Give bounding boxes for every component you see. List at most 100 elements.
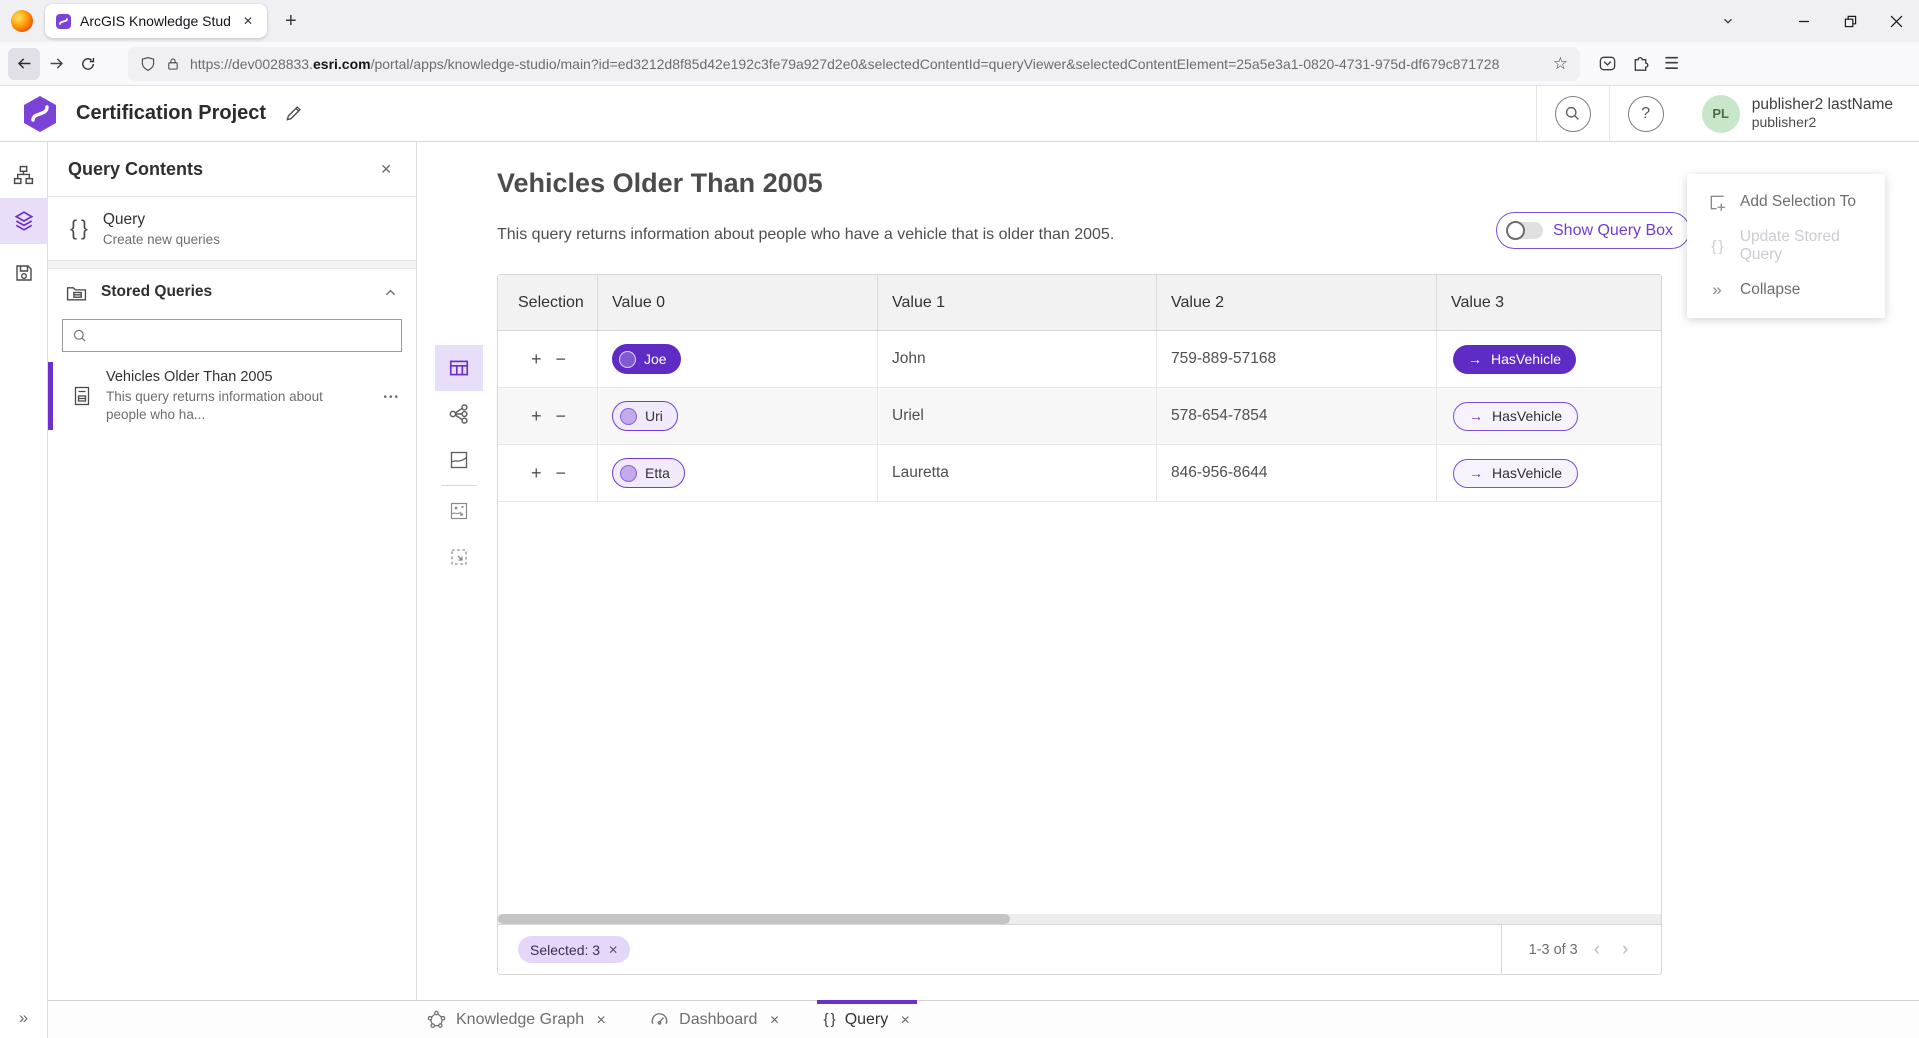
- stored-queries-search-input[interactable]: [94, 320, 401, 351]
- back-button[interactable]: [8, 48, 40, 80]
- menu-item-add-selection-to[interactable]: Add Selection To: [1687, 180, 1885, 224]
- bookmark-star-icon[interactable]: ☆: [1553, 54, 1568, 74]
- url-field[interactable]: https://dev0028833.esri.com/portal/apps/…: [128, 47, 1580, 81]
- lock-icon[interactable]: [166, 56, 180, 71]
- remove-from-selection-button[interactable]: −: [556, 350, 567, 368]
- entity-pill[interactable]: Etta: [612, 458, 685, 488]
- list-tabs-chevron-icon[interactable]: [1705, 0, 1751, 42]
- layers-button-selected[interactable]: [0, 198, 48, 244]
- window-close-button[interactable]: [1873, 0, 1919, 42]
- cell-phone: 846-956-8644: [1157, 445, 1437, 501]
- add-selection-icon: [1708, 193, 1727, 212]
- project-title: Certification Project: [76, 102, 266, 125]
- query-item[interactable]: { } Query Create new queries: [48, 197, 416, 261]
- user-username: publisher2: [1752, 114, 1893, 132]
- column-header-value0[interactable]: Value 0: [598, 275, 878, 330]
- marquee-select-icon: [449, 547, 469, 567]
- cell-name: John: [878, 331, 1157, 387]
- browser-tab[interactable]: ArcGIS Knowledge Studio ✕: [45, 4, 267, 38]
- search-icon: [1564, 105, 1581, 122]
- stored-query-item[interactable]: Vehicles Older Than 2005 This query retu…: [48, 360, 416, 432]
- knowledge-graph-icon: [427, 1010, 446, 1029]
- column-header-selection[interactable]: Selection: [498, 275, 598, 330]
- new-tab-button[interactable]: +: [285, 10, 297, 33]
- remove-from-selection-button[interactable]: −: [556, 407, 567, 425]
- map-view-button[interactable]: [435, 437, 483, 483]
- stored-queries-search[interactable]: [62, 319, 402, 352]
- table-row[interactable]: + − Etta Lauretta 846-956-8644 →HasVehic…: [498, 445, 1661, 502]
- save-floppy-icon: [14, 263, 34, 283]
- tracking-shield-icon[interactable]: [140, 56, 156, 72]
- add-to-selection-button[interactable]: +: [531, 350, 542, 368]
- stored-queries-header[interactable]: Stored Queries: [48, 269, 416, 315]
- column-header-value1[interactable]: Value 1: [878, 275, 1157, 330]
- tab-dashboard[interactable]: Dashboard ✕: [643, 1001, 786, 1038]
- selected-count-label: Selected: 3: [530, 942, 600, 958]
- tab-knowledge-graph[interactable]: Knowledge Graph ✕: [420, 1001, 613, 1038]
- horizontal-scrollbar[interactable]: [498, 914, 1661, 924]
- view-tool-column: [435, 345, 483, 580]
- panel-title: Query Contents: [68, 159, 376, 180]
- window-restore-button[interactable]: [1827, 0, 1873, 42]
- entity-pill[interactable]: Uri: [612, 401, 678, 431]
- forward-button[interactable]: [40, 48, 72, 80]
- avatar[interactable]: PL: [1702, 95, 1740, 133]
- next-page-button[interactable]: ›: [1616, 939, 1634, 961]
- entity-pill-selected[interactable]: Joe: [612, 344, 681, 374]
- search-button[interactable]: [1555, 96, 1591, 132]
- relationship-pill[interactable]: →HasVehicle: [1453, 402, 1578, 431]
- arcgis-favicon: [55, 13, 72, 30]
- tab-close-icon[interactable]: ✕: [239, 12, 257, 30]
- menu-item-collapse[interactable]: » Collapse: [1687, 268, 1885, 312]
- entity-dot-icon: [620, 408, 637, 425]
- show-query-box-toggle[interactable]: Show Query Box: [1496, 212, 1690, 249]
- map-overview-button[interactable]: [435, 488, 483, 534]
- table-view-button[interactable]: [435, 345, 483, 391]
- add-to-selection-button[interactable]: +: [531, 407, 542, 425]
- chevron-up-icon[interactable]: [383, 285, 398, 300]
- clear-selection-icon[interactable]: ✕: [608, 943, 618, 957]
- help-button[interactable]: ?: [1628, 96, 1664, 132]
- cell-phone: 578-654-7854: [1157, 388, 1437, 444]
- table-row[interactable]: + − Uri Uriel 578-654-7854 →HasVehicle: [498, 388, 1661, 445]
- firefox-icon[interactable]: [11, 10, 33, 32]
- remove-from-selection-button[interactable]: −: [556, 464, 567, 482]
- menu-item-update-stored-query[interactable]: { } Update Stored Query: [1687, 224, 1885, 268]
- user-name-block[interactable]: publisher2 lastName publisher2: [1752, 95, 1893, 132]
- extensions-puzzle-icon[interactable]: [1631, 54, 1650, 73]
- dashboard-gauge-icon: [650, 1010, 669, 1029]
- tool-divider: [441, 485, 477, 486]
- window-minimize-button[interactable]: [1781, 0, 1827, 42]
- selected-count-chip[interactable]: Selected: 3 ✕: [518, 936, 630, 963]
- page-title: Vehicles Older Than 2005: [497, 168, 823, 199]
- question-mark-icon: ?: [1641, 105, 1650, 123]
- reload-button[interactable]: [72, 48, 104, 80]
- data-model-button[interactable]: [0, 152, 48, 198]
- show-query-box-label: Show Query Box: [1553, 222, 1673, 240]
- stored-queries-title: Stored Queries: [101, 283, 369, 301]
- item-options-ellipsis[interactable]: •••: [383, 392, 400, 403]
- relationship-pill-selected[interactable]: →HasVehicle: [1453, 345, 1576, 374]
- row-range-label: 1-3 of 3: [1529, 942, 1578, 958]
- link-chart-view-button[interactable]: [435, 391, 483, 437]
- menu-hamburger-icon[interactable]: ☰: [1664, 54, 1679, 74]
- relationship-pill[interactable]: →HasVehicle: [1453, 459, 1578, 488]
- tab-close-icon[interactable]: ✕: [900, 1013, 910, 1027]
- tab-query-active[interactable]: { } Query ✕: [817, 1001, 918, 1038]
- save-button[interactable]: [0, 250, 48, 296]
- expand-rail-icon[interactable]: »: [19, 1008, 28, 1028]
- add-to-selection-button[interactable]: +: [531, 464, 542, 482]
- previous-page-button[interactable]: ‹: [1588, 939, 1606, 961]
- edit-pencil-icon[interactable]: [284, 104, 303, 123]
- tab-close-icon[interactable]: ✕: [596, 1013, 606, 1027]
- column-header-value3[interactable]: Value 3: [1437, 275, 1661, 330]
- pocket-icon[interactable]: [1598, 54, 1617, 73]
- column-header-value2[interactable]: Value 2: [1157, 275, 1437, 330]
- table-row[interactable]: + − Joe John 759-889-57168 →HasVehicle: [498, 331, 1661, 388]
- scrollbar-thumb[interactable]: [498, 914, 1010, 924]
- tab-close-icon[interactable]: ✕: [769, 1013, 779, 1027]
- toggle-knob[interactable]: [1506, 221, 1525, 240]
- panel-close-icon[interactable]: ✕: [376, 157, 396, 182]
- select-area-button[interactable]: [435, 534, 483, 580]
- toggle-track[interactable]: [1507, 222, 1543, 239]
